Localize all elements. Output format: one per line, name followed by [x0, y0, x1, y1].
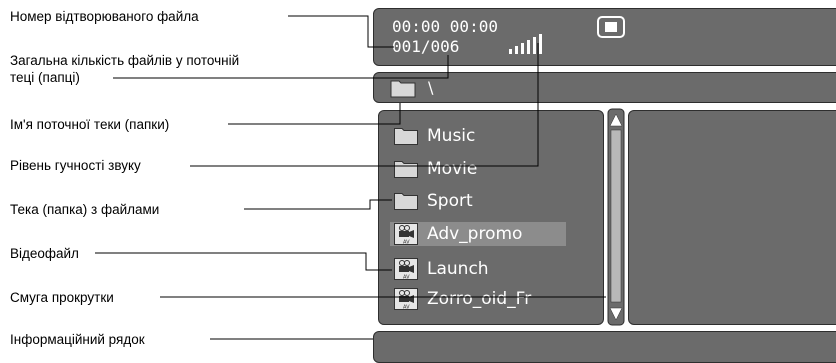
leader-folder-with-files	[244, 199, 392, 210]
leader-video-file	[95, 252, 392, 271]
leader-volume-level	[190, 43, 539, 167]
leader-track-number	[288, 15, 394, 48]
leader-folder-name	[228, 103, 401, 125]
leader-lines	[95, 15, 606, 340]
leader-total-files	[113, 55, 449, 79]
